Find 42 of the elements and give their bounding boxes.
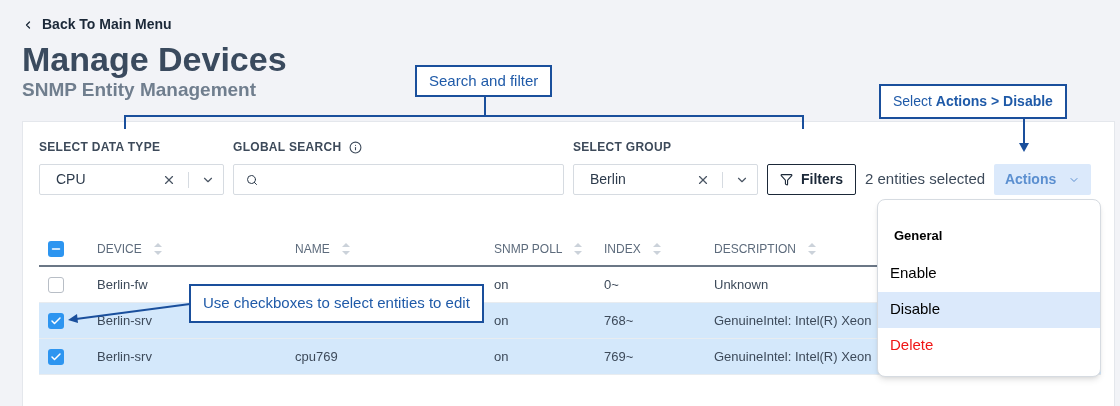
table-cell: 769~: [604, 348, 634, 364]
search-field[interactable]: [233, 164, 564, 195]
selection-count: 2 entities selected: [865, 169, 986, 190]
page-subtitle: SNMP Entity Management: [22, 79, 257, 101]
checkbox[interactable]: [48, 312, 64, 329]
field-label: GLOBAL SEARCH: [233, 139, 342, 156]
table-cell: GenuineIntel: Intel(R) Xeon: [714, 348, 872, 364]
select-field[interactable]: Berlin: [573, 164, 758, 195]
table-cell: Berlin-srv: [97, 348, 152, 364]
checkbox[interactable]: [48, 276, 64, 293]
checkbox[interactable]: [48, 240, 64, 257]
table-cell: 0~: [604, 276, 619, 292]
table-cell: on: [494, 348, 509, 364]
table-cell: cpu769: [295, 348, 338, 364]
menu-heading: General: [893, 227, 944, 245]
table-cell: Unknown: [714, 276, 769, 292]
checkbox[interactable]: [48, 348, 64, 365]
table-cell: GenuineIntel: Intel(R) Xeon: [714, 312, 872, 328]
filter-icon: [780, 173, 793, 186]
table-cell: Berlin-srv: [97, 312, 152, 328]
select-field[interactable]: CPU: [39, 164, 224, 195]
table-cell: on: [494, 276, 509, 292]
column-header[interactable]: DESCRIPTION: [714, 239, 796, 258]
search-icon: [246, 173, 258, 186]
check-icon: [50, 350, 62, 363]
callout-text: Search and filter: [429, 70, 539, 91]
table-cell: Berlin-fw: [97, 276, 148, 292]
field-label: SELECT DATA TYPE: [39, 139, 162, 156]
table-cell: 768~: [604, 312, 634, 328]
callout-text: Select Actions > Disable: [893, 92, 1053, 111]
back-link[interactable]: Back To Main Menu: [22, 14, 172, 35]
column-header[interactable]: DEVICE: [97, 239, 142, 258]
column-header[interactable]: SNMP POLL: [494, 239, 563, 258]
field-label: SELECT GROUP: [573, 139, 673, 156]
info-icon[interactable]: [349, 140, 363, 154]
check-icon: [50, 314, 62, 327]
column-header[interactable]: INDEX: [604, 239, 641, 258]
column-header[interactable]: NAME: [295, 239, 330, 258]
menu-item[interactable]: Disable: [878, 291, 1100, 328]
page-title: Manage Devices: [22, 39, 287, 79]
filters-button[interactable]: Filters: [767, 164, 856, 195]
table-cell: on: [494, 312, 509, 328]
